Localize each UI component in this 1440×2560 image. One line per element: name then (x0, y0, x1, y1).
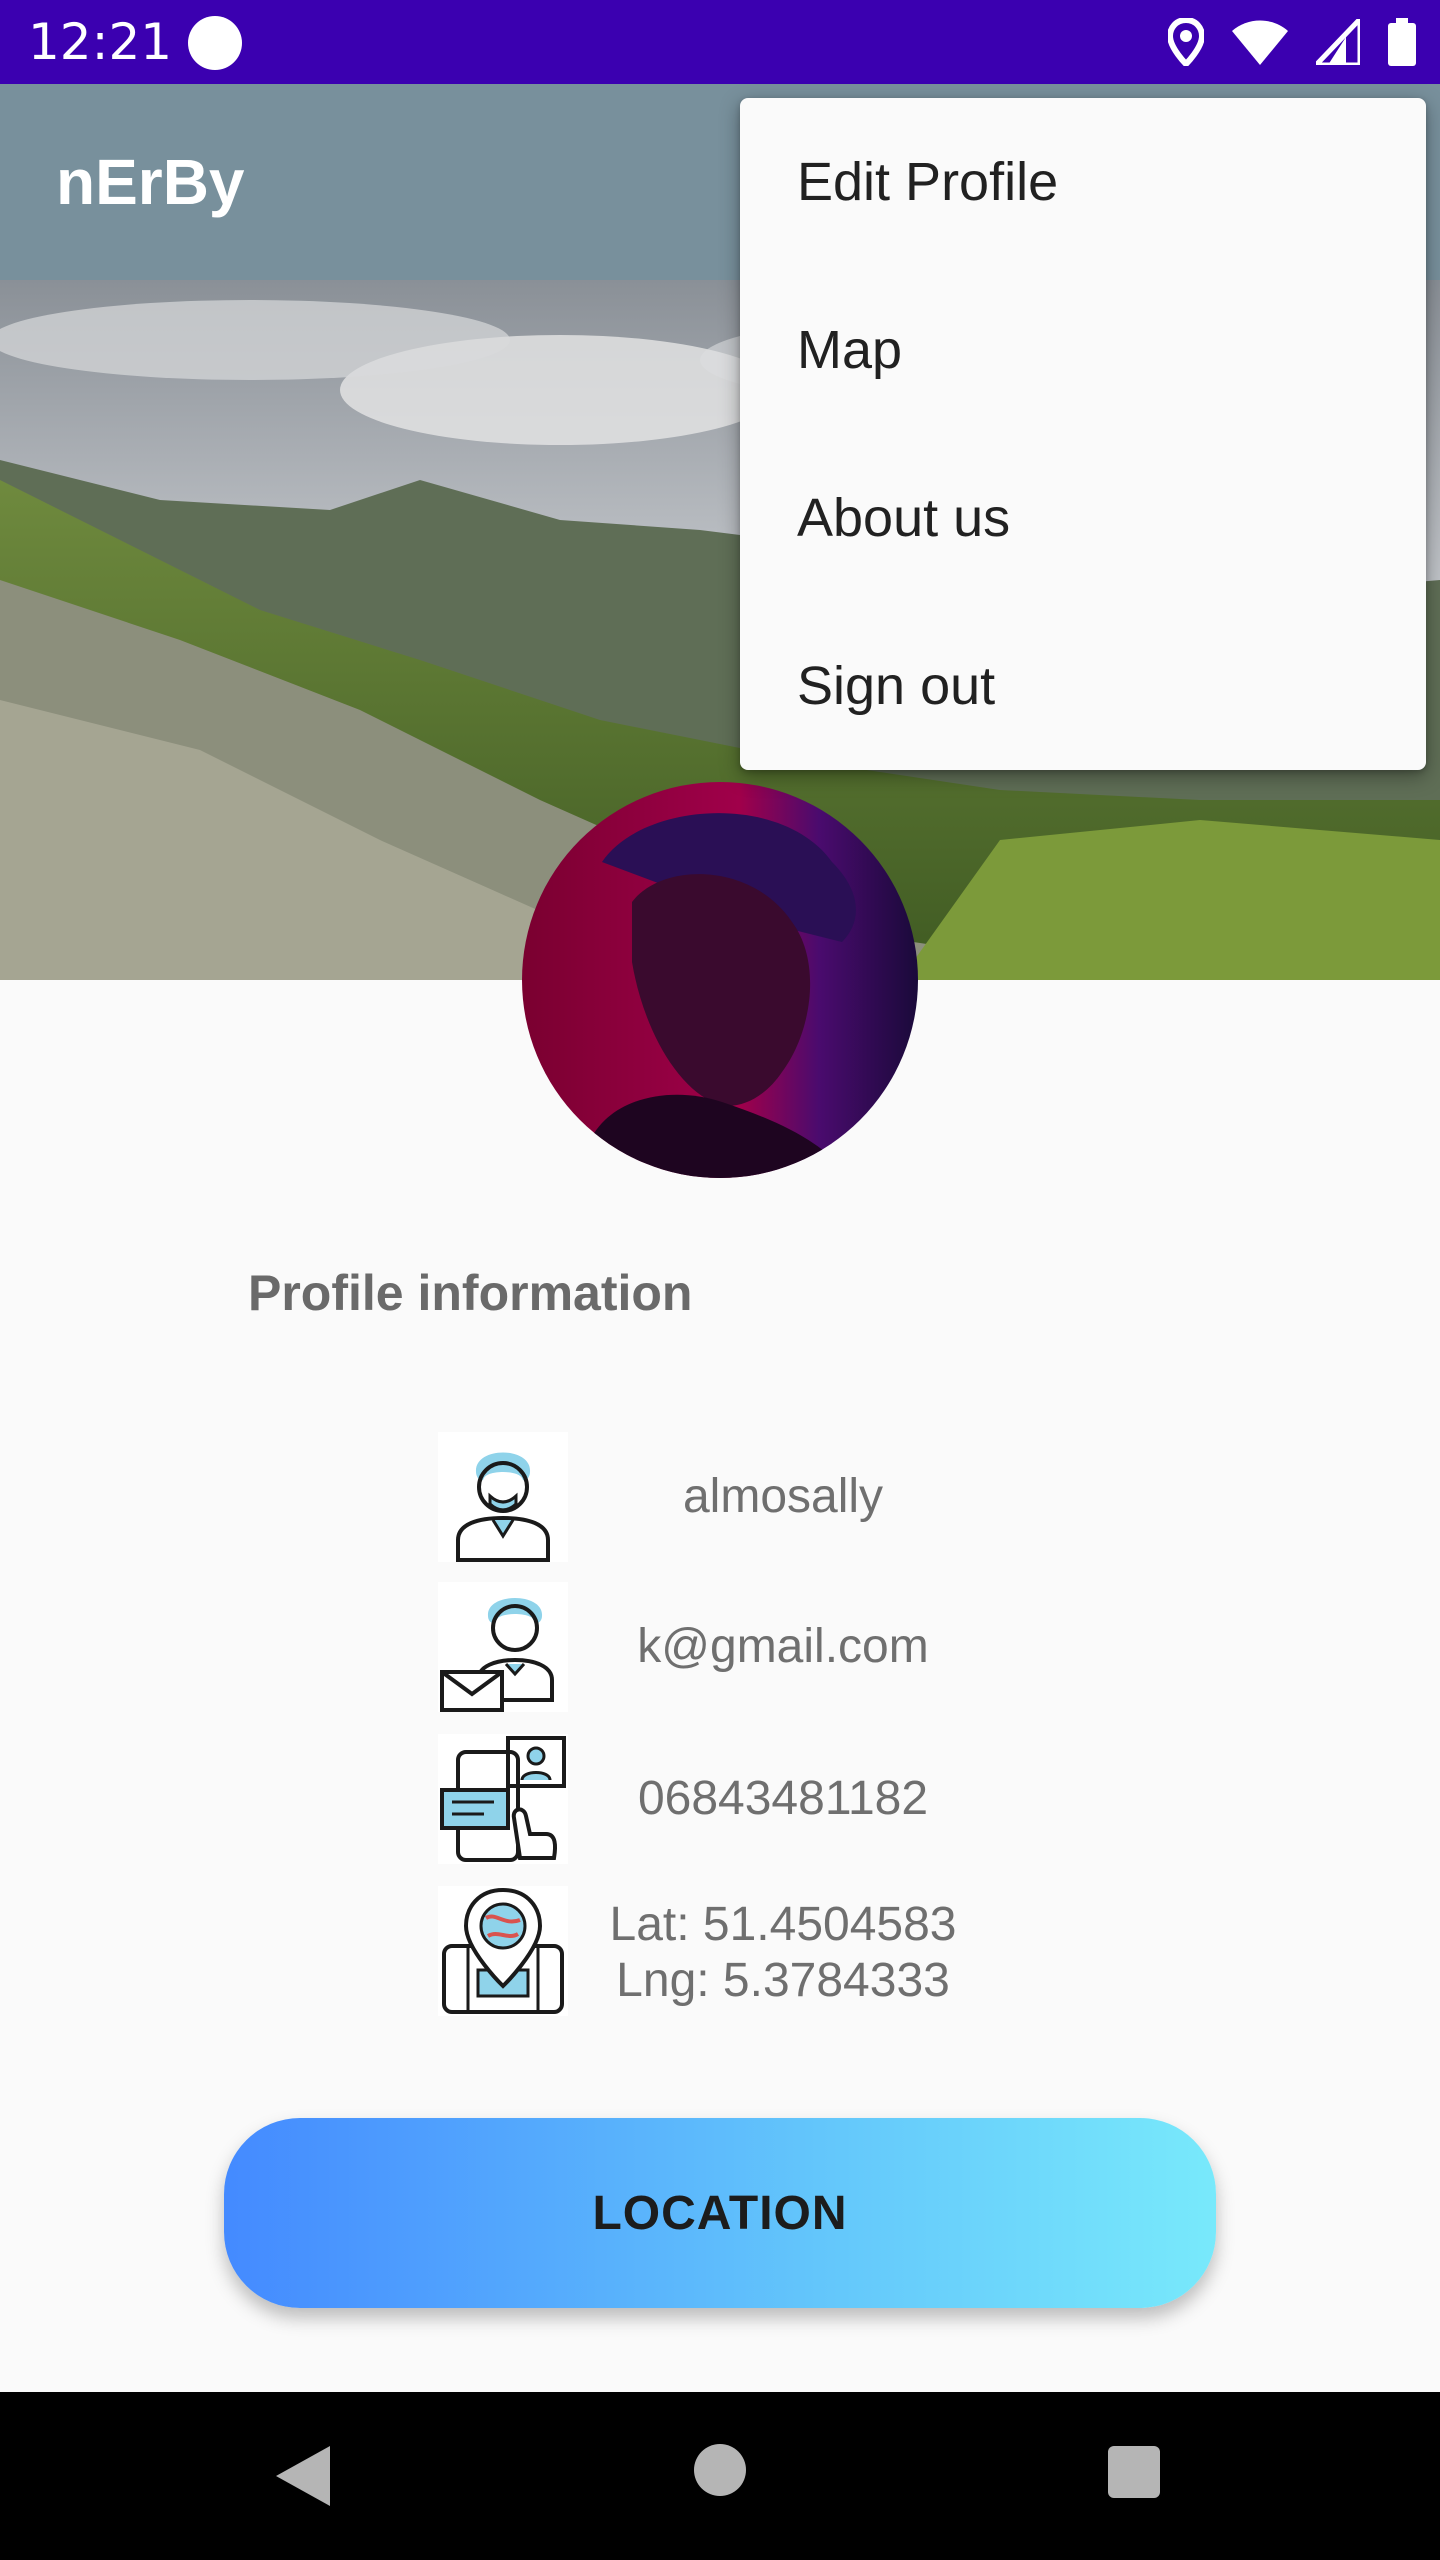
phone-value: 06843481182 (637, 1772, 929, 1825)
notification-dot-icon (188, 16, 242, 70)
menu-item-label: Sign out (797, 656, 996, 716)
location-row: Lat: 51.4504583 Lng: 5.3784333 (0, 1886, 1440, 2016)
navigation-bar (0, 2392, 1440, 2560)
location-pin-icon (438, 1886, 568, 2016)
username-row: almosally (0, 1432, 1440, 1562)
recent-apps-icon[interactable] (1108, 2446, 1160, 2498)
status-icons (1168, 14, 1416, 70)
status-time: 12:21 (28, 13, 173, 71)
user-avatar-icon (438, 1432, 568, 1562)
menu-item-map[interactable]: Map (740, 266, 1426, 434)
home-icon[interactable] (694, 2444, 746, 2496)
email-user-icon (438, 1582, 568, 1712)
menu-item-sign-out[interactable]: Sign out (740, 602, 1426, 770)
email-row: k@gmail.com (0, 1582, 1440, 1712)
app-title: nErBy (56, 146, 245, 218)
avatar[interactable] (522, 782, 918, 1178)
phone-contact-icon (438, 1734, 568, 1864)
menu-item-label: Edit Profile (797, 152, 1059, 212)
status-bar: 12:21 (0, 0, 1440, 84)
overflow-menu: Edit Profile Map About us Sign out (740, 98, 1426, 770)
username-value: almosally (682, 1470, 884, 1523)
menu-item-edit-profile[interactable]: Edit Profile (740, 98, 1426, 266)
menu-item-about-us[interactable]: About us (740, 434, 1426, 602)
longitude-value: Lng: 5.3784333 (616, 1954, 950, 2007)
phone-row: 06843481182 (0, 1734, 1440, 1864)
menu-item-label: About us (797, 488, 1011, 548)
back-icon[interactable] (276, 2446, 330, 2506)
signal-icon (1316, 19, 1360, 65)
email-value: k@gmail.com (637, 1620, 929, 1673)
wifi-icon (1232, 20, 1288, 65)
profile-section-title: Profile information (248, 1265, 693, 1321)
menu-item-label: Map (797, 320, 903, 380)
latitude-value: Lat: 51.4504583 (609, 1898, 957, 1951)
location-button[interactable]: LOCATION (224, 2118, 1216, 2308)
location-icon (1168, 18, 1204, 66)
battery-icon (1388, 18, 1416, 66)
